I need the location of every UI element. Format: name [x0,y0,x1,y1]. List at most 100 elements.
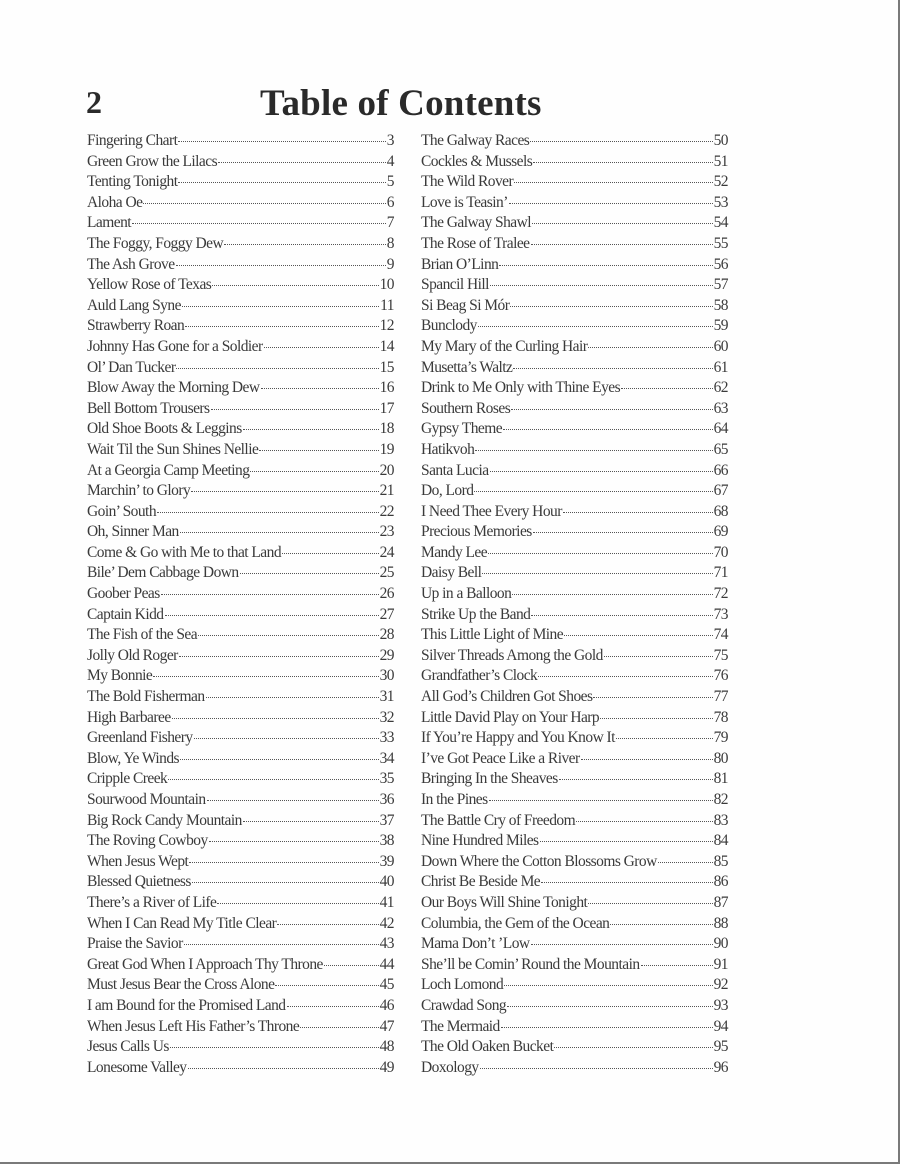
toc-entry[interactable]: Drink to Me Only with Thine Eyes 62 [421,378,729,399]
toc-entry[interactable]: There’s a River of Life 41 [87,893,395,914]
toc-entry[interactable]: Nine Hundred Miles 84 [421,831,729,852]
toc-entry[interactable]: When Jesus Left His Father’s Throne 47 [87,1016,395,1037]
toc-entry[interactable]: I’ve Got Peace Like a River 80 [421,749,729,770]
toc-entry[interactable]: Santa Lucia 66 [421,460,729,481]
toc-entry[interactable]: The Old Oaken Bucket 95 [421,1037,729,1058]
toc-entry[interactable]: Daisy Bell 71 [421,563,729,584]
toc-entry[interactable]: Spancil Hill 57 [421,275,729,296]
toc-entry[interactable]: Must Jesus Bear the Cross Alone 45 [87,975,395,996]
toc-entry[interactable]: I am Bound for the Promised Land 46 [87,996,395,1017]
toc-entry[interactable]: Ol’ Dan Tucker 15 [87,357,395,378]
toc-entry[interactable]: Do, Lord 67 [421,481,729,502]
toc-entry[interactable]: The Galway Races 50 [421,131,729,152]
toc-entry[interactable]: The Wild Rover 52 [421,172,729,193]
toc-entry[interactable]: Great God When I Approach Thy Throne 44 [87,955,395,976]
toc-entry[interactable]: At a Georgia Camp Meeting 20 [87,460,395,481]
toc-entry[interactable]: Christ Be Beside Me 86 [421,872,729,893]
dot-leader [588,902,713,904]
toc-entry[interactable]: Cockles & Mussels 51 [421,151,729,172]
toc-entry[interactable]: Goin’ South 22 [87,501,395,522]
toc-entry[interactable]: Si Beag Si Mór 58 [421,296,729,317]
toc-entry[interactable]: Goober Peas 26 [87,584,395,605]
toc-entry[interactable]: Greenland Fishery 33 [87,728,395,749]
toc-entry[interactable]: Hatikvoh 65 [421,440,729,461]
toc-entry[interactable]: High Barbaree 32 [87,707,395,728]
toc-entry-title: There’s a River of Life [87,893,217,912]
toc-entry[interactable]: Fingering Chart 3 [87,131,395,152]
toc-entry[interactable]: My Mary of the Curling Hair 60 [421,337,729,358]
toc-entry[interactable]: Come & Go with Me to that Land 24 [87,543,395,564]
toc-entry[interactable]: Mandy Lee 70 [421,543,729,564]
toc-entry[interactable]: Gypsy Theme 64 [421,419,729,440]
toc-entry[interactable]: Wait Til the Sun Shines Nellie 19 [87,440,395,461]
toc-entry[interactable]: The Bold Fisherman 31 [87,687,395,708]
toc-entry[interactable]: Yellow Rose of Texas 10 [87,275,395,296]
toc-entry[interactable]: Brian O’Linn 56 [421,254,729,275]
toc-entry[interactable]: In the Pines 82 [421,790,729,811]
toc-entry[interactable]: This Little Light of Mine 74 [421,625,729,646]
toc-entry[interactable]: Mama Don’t ’Low 90 [421,934,729,955]
toc-entry[interactable]: The Rose of Tralee 55 [421,234,729,255]
toc-entry[interactable]: Blessed Quietness 40 [87,872,395,893]
toc-entry[interactable]: Bell Bottom Trousers 17 [87,399,395,420]
toc-entry[interactable]: Cripple Creek 35 [87,769,395,790]
toc-entry[interactable]: Captain Kidd 27 [87,604,395,625]
toc-entry[interactable]: Southern Roses 63 [421,399,729,420]
toc-entry[interactable]: Bile’ Dem Cabbage Down 25 [87,563,395,584]
toc-entry[interactable]: Marchin’ to Glory 21 [87,481,395,502]
toc-entry[interactable]: When I Can Read My Title Clear 42 [87,913,395,934]
toc-entry[interactable]: My Bonnie 30 [87,666,395,687]
toc-entry[interactable]: Sourwood Mountain 36 [87,790,395,811]
dot-leader [153,676,379,678]
toc-entry[interactable]: Jolly Old Roger 29 [87,646,395,667]
dot-leader [275,985,379,987]
toc-entry[interactable]: Down Where the Cotton Blossoms Grow 85 [421,852,729,873]
toc-entry[interactable]: Lonesome Valley 49 [87,1058,395,1079]
toc-entry[interactable]: Aloha Oe 6 [87,193,395,214]
toc-entry[interactable]: Blow Away the Morning Dew 16 [87,378,395,399]
toc-entry[interactable]: The Battle Cry of Freedom 83 [421,810,729,831]
toc-entry[interactable]: Old Shoe Boots & Leggins 18 [87,419,395,440]
toc-entry[interactable]: The Fish of the Sea 28 [87,625,395,646]
dot-leader [300,1026,379,1028]
toc-entry[interactable]: Little David Play on Your Harp 78 [421,707,729,728]
toc-entry[interactable]: Strike Up the Band 73 [421,604,729,625]
dot-leader [176,367,379,369]
toc-entry[interactable]: Doxology 96 [421,1058,729,1079]
toc-entry[interactable]: The Galway Shawl 54 [421,213,729,234]
toc-entry[interactable]: Oh, Sinner Man 23 [87,522,395,543]
toc-entry[interactable]: Love is Teasin’ 53 [421,193,729,214]
toc-entry-page-number: 5 [386,173,395,191]
toc-entry[interactable]: She’ll be Comin’ Round the Mountain 91 [421,955,729,976]
toc-entry[interactable]: If You’re Happy and You Know It 79 [421,728,729,749]
toc-entry[interactable]: When Jesus Wept 39 [87,852,395,873]
toc-entry[interactable]: Bunclody 59 [421,316,729,337]
toc-entry[interactable]: Up in a Balloon 72 [421,584,729,605]
toc-entry[interactable]: Johnny Has Gone for a Soldier 14 [87,337,395,358]
toc-entry[interactable]: Our Boys Will Shine Tonight 87 [421,893,729,914]
toc-entry[interactable]: Bringing In the Sheaves 81 [421,769,729,790]
toc-entry[interactable]: Musetta’s Waltz 61 [421,357,729,378]
toc-entry[interactable]: Big Rock Candy Mountain 37 [87,810,395,831]
toc-entry[interactable]: Green Grow the Lilacs 4 [87,151,395,172]
toc-entry[interactable]: Tenting Tonight 5 [87,172,395,193]
toc-entry[interactable]: The Ash Grove 9 [87,254,395,275]
toc-entry[interactable]: Blow, Ye Winds 34 [87,749,395,770]
toc-entry[interactable]: Jesus Calls Us 48 [87,1037,395,1058]
toc-entry[interactable]: Grandfather’s Clock 76 [421,666,729,687]
toc-entry[interactable]: All God’s Children Got Shoes 77 [421,687,729,708]
toc-entry[interactable]: Crawdad Song 93 [421,996,729,1017]
toc-entry[interactable]: The Mermaid 94 [421,1016,729,1037]
toc-entry[interactable]: I Need Thee Every Hour 68 [421,501,729,522]
toc-entry[interactable]: Strawberry Roan 12 [87,316,395,337]
toc-entry[interactable]: The Roving Cowboy 38 [87,831,395,852]
toc-entry[interactable]: Praise the Savior 43 [87,934,395,955]
toc-entry-title: Mandy Lee [421,543,488,562]
toc-entry[interactable]: Lament 7 [87,213,395,234]
toc-entry[interactable]: The Foggy, Foggy Dew 8 [87,234,395,255]
toc-entry[interactable]: Auld Lang Syne 11 [87,296,395,317]
toc-entry[interactable]: Silver Threads Among the Gold 75 [421,646,729,667]
toc-entry[interactable]: Loch Lomond 92 [421,975,729,996]
toc-entry[interactable]: Precious Memories 69 [421,522,729,543]
toc-entry[interactable]: Columbia, the Gem of the Ocean 88 [421,913,729,934]
